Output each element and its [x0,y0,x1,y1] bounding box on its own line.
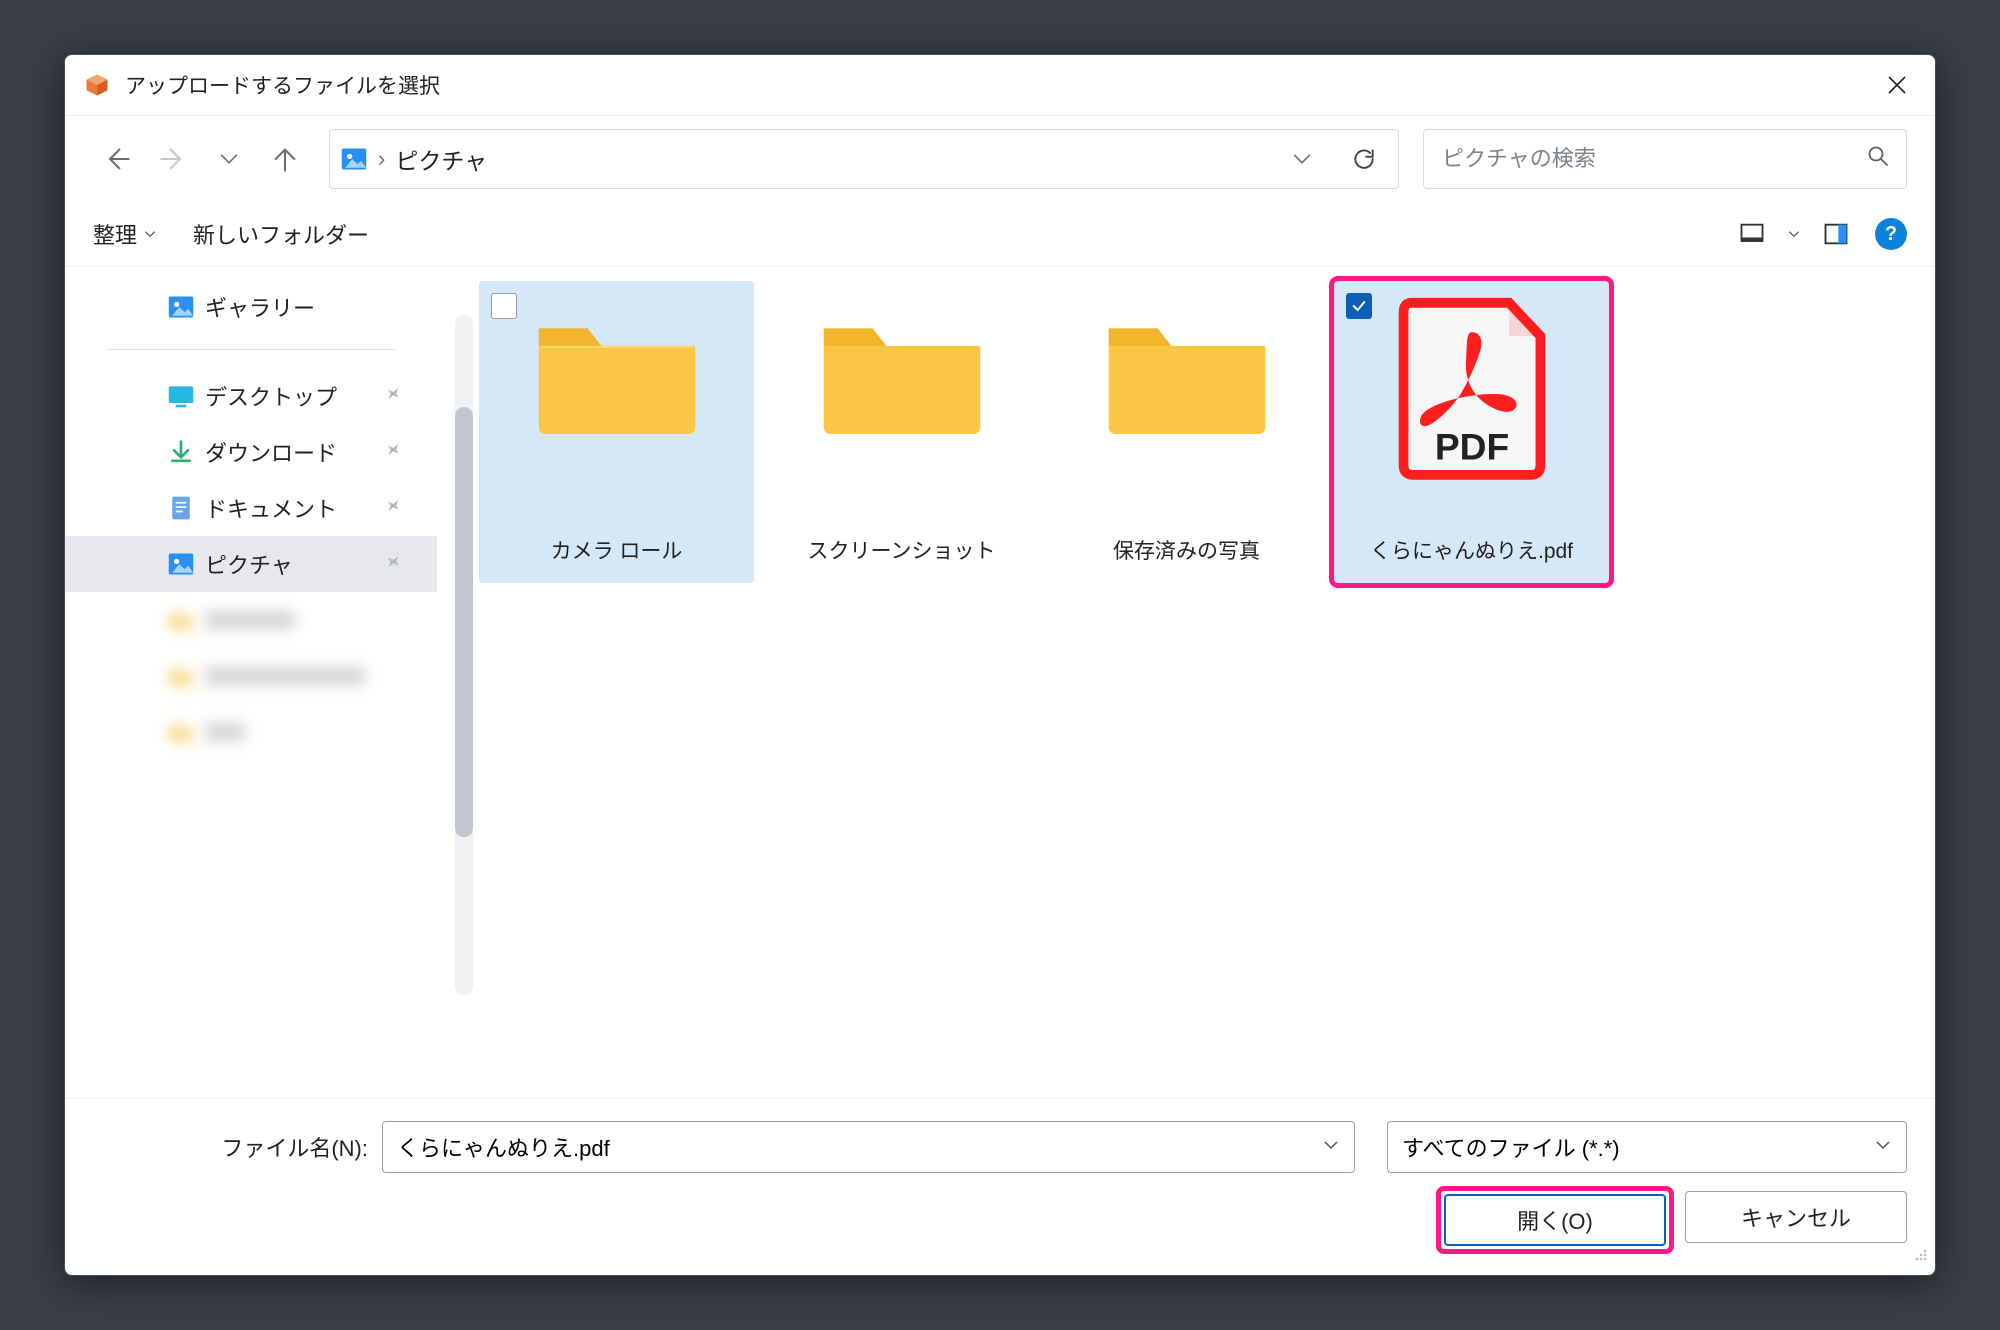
help-icon[interactable]: ? [1875,218,1907,250]
pictures-icon [340,145,368,173]
file-item-pdf[interactable]: PDF くらにゃんぬりえ.pdf [1334,281,1609,583]
recent-dropdown-icon[interactable] [205,135,253,183]
sidebar-item-gallery[interactable]: ギャラリー [65,279,437,335]
file-list[interactable]: カメラ ロール スクリーンショット 保存済みの写真 [437,267,1935,1098]
chevron-down-icon [143,227,157,241]
sidebar-item-downloads[interactable]: ダウンロード [65,424,437,480]
pin-icon[interactable] [385,495,403,521]
sidebar-divider [107,349,395,350]
sidebar-item-label: デスクトップ [205,380,337,412]
dialog-body: ギャラリー デスクトップ ダウンロード [65,267,1935,1098]
file-open-dialog: アップロードするファイルを選択 › ピクチャ [64,54,1936,1276]
filename-label: ファイル名(N): [93,1131,368,1163]
organize-label: 整理 [93,218,137,250]
filename-combo[interactable]: くらにゃんぬりえ.pdf [382,1121,1355,1173]
view-mode-chevron-icon[interactable] [1785,219,1803,249]
view-mode-icon[interactable] [1737,219,1767,249]
item-checkbox[interactable] [1346,293,1372,319]
resize-grip-icon[interactable] [1913,1246,1929,1269]
address-bar[interactable]: › ピクチャ [329,129,1399,189]
item-caption: くらにゃんぬりえ.pdf [1364,525,1579,583]
back-icon[interactable] [93,135,141,183]
gallery-icon [167,293,195,321]
titlebar: アップロードするファイルを選択 [65,55,1935,116]
chevron-right-icon[interactable]: › [378,146,385,172]
open-button-highlight: 開く(O) [1441,1191,1669,1249]
chevron-down-icon[interactable] [1874,1134,1892,1160]
folder-icon [529,299,705,439]
svg-text:PDF: PDF [1434,425,1508,467]
sidebar-item-label: ギャラリー [205,291,315,323]
desktop-icon [167,382,195,410]
history-chevron-icon[interactable] [1278,135,1326,183]
folder-icon [167,606,195,634]
search-input[interactable] [1440,145,1852,173]
folder-item-screenshots[interactable]: スクリーンショット [764,281,1039,583]
sidebar-item-hidden [65,592,437,648]
up-icon[interactable] [261,135,309,183]
preview-pane-icon[interactable] [1821,219,1851,249]
item-caption: 保存済みの写真 [1107,525,1266,583]
search-box[interactable] [1423,129,1907,189]
close-icon[interactable] [1877,65,1917,105]
organize-menu[interactable]: 整理 [93,218,157,250]
item-checkbox[interactable] [491,293,517,319]
pin-icon[interactable] [385,383,403,409]
breadcrumb-current[interactable]: ピクチャ [395,142,487,176]
sidebar-item-label: ドキュメント [205,492,337,524]
window-title: アップロードするファイルを選択 [125,70,440,100]
folder-icon [167,662,195,690]
sidebar: ギャラリー デスクトップ ダウンロード [65,267,437,1098]
item-caption: スクリーンショット [802,525,1002,583]
sidebar-item-desktop[interactable]: デスクトップ [65,368,437,424]
forward-icon[interactable] [149,135,197,183]
filetype-combo[interactable]: すべてのファイル (*.*) [1387,1121,1907,1173]
toolbar: 整理 新しいフォルダー ? [65,202,1935,267]
folder-item-camera-roll[interactable]: カメラ ロール [479,281,754,583]
new-folder-button[interactable]: 新しいフォルダー [193,218,369,250]
sidebar-item-label: ピクチャ [205,548,293,580]
pdf-file-icon: PDF [1384,295,1560,477]
refresh-icon[interactable] [1340,135,1388,183]
folder-icon [814,299,990,439]
app-icon [83,71,111,99]
nav-bar: › ピクチャ [65,116,1935,202]
chevron-down-icon[interactable] [1322,1134,1340,1160]
item-caption: カメラ ロール [545,525,689,583]
download-icon [167,438,195,466]
search-icon[interactable] [1866,144,1890,174]
footer: ファイル名(N): くらにゃんぬりえ.pdf すべてのファイル (*.*) 開く… [65,1098,1935,1275]
sidebar-item-documents[interactable]: ドキュメント [65,480,437,536]
pin-icon[interactable] [385,551,403,577]
sidebar-item-label: ダウンロード [205,436,337,468]
sidebar-item-hidden [65,648,437,704]
sidebar-item-hidden [65,704,437,760]
document-icon [167,494,195,522]
sidebar-item-pictures[interactable]: ピクチャ [65,536,437,592]
folder-icon [167,718,195,746]
open-button[interactable]: 開く(O) [1444,1194,1666,1246]
filetype-value: すべてのファイル (*.*) [1402,1131,1874,1163]
pin-icon[interactable] [385,439,403,465]
folder-icon [1099,299,1275,439]
folder-item-saved-pictures[interactable]: 保存済みの写真 [1049,281,1324,583]
pictures-icon [167,550,195,578]
cancel-button[interactable]: キャンセル [1685,1191,1907,1243]
filename-value: くらにゃんぬりえ.pdf [397,1131,1322,1163]
